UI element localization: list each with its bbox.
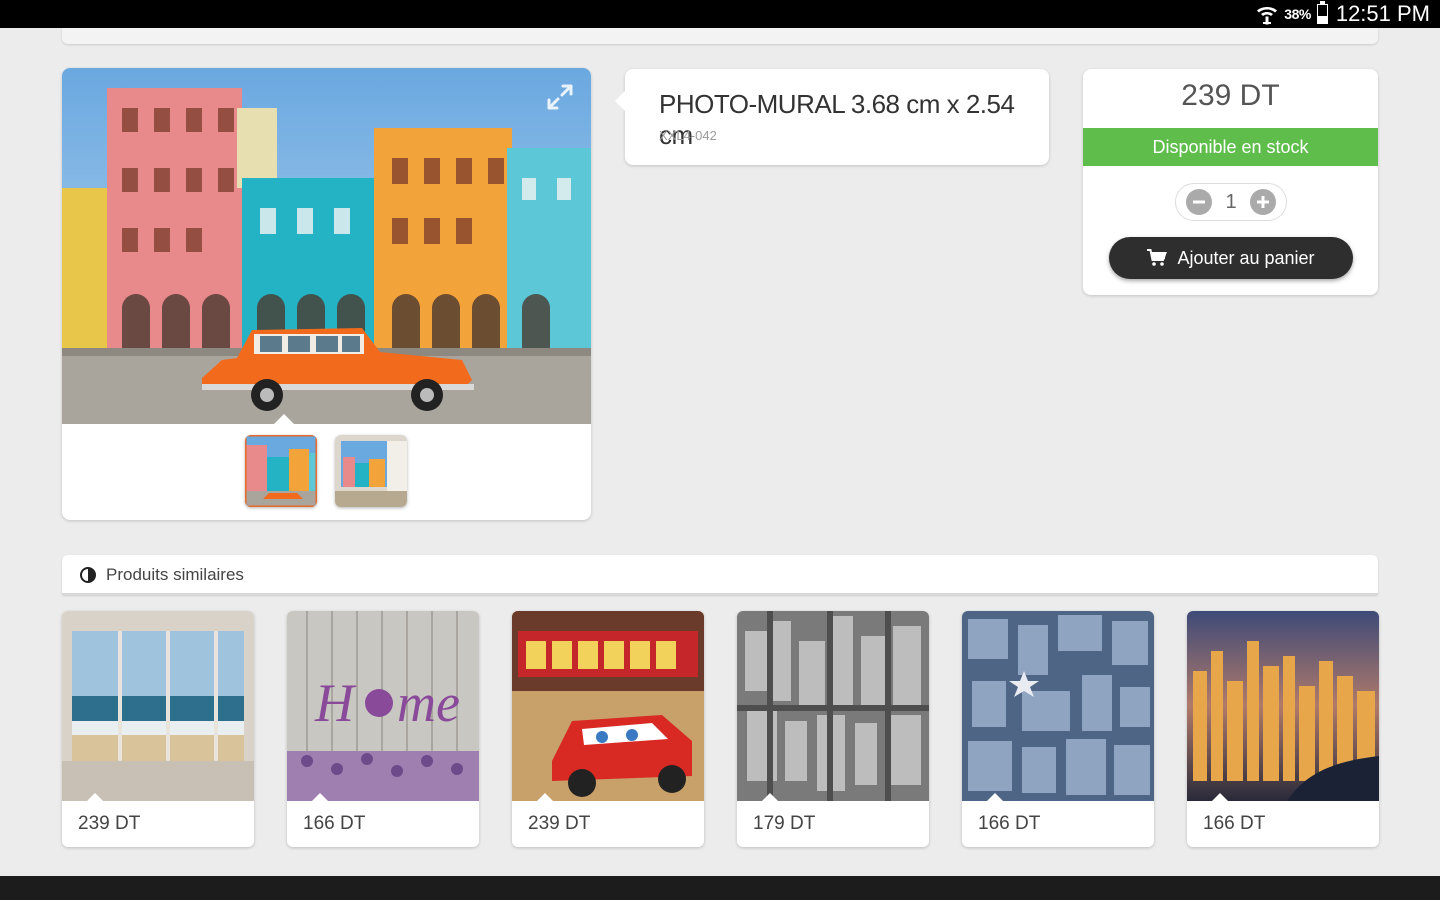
battery-percent: 38% [1284,6,1311,22]
card-pointer [986,793,1004,802]
similar-products-title: Produits similaires [106,565,244,584]
expand-icon[interactable] [543,80,577,114]
add-to-cart-button[interactable]: Ajouter au panier [1109,237,1353,279]
thumbnail-1[interactable] [245,435,317,507]
quantity-increase-button[interactable] [1250,189,1276,215]
city-aerial-blue-image [962,611,1154,801]
card-pointer [86,793,104,802]
similar-product-card-4[interactable]: 179 DT [737,611,929,847]
card-pointer [536,793,554,802]
svg-text:H: H [314,673,357,733]
city-night-image [1187,611,1379,801]
similar-product-card-2[interactable]: H me 166 DT [287,611,479,847]
quantity-decrease-button[interactable] [1186,189,1212,215]
status-indicators: 38% 12:51 PM [1256,0,1430,28]
plus-icon [1257,196,1269,208]
similar-product-card-3[interactable]: 239 DT [512,611,704,847]
city-aerial-bw-image [737,611,929,801]
status-bar: 38% 12:51 PM [0,0,1440,28]
thumbnail-2[interactable] [335,435,407,507]
similar-product-price: 166 DT [978,813,1041,834]
purchase-card: 239 DT Disponible en stock 1 Ajouter au … [1083,69,1378,295]
clock: 12:51 PM [1335,1,1430,26]
header-strip [62,28,1378,44]
card-pointer [311,793,329,802]
home-lavender-image: H me [287,611,479,801]
product-title: PHOTO-MURAL 3.68 cm x 2.54 cm [659,89,1015,150]
card-pointer [1211,793,1229,802]
similar-product-price: 179 DT [753,813,816,834]
similar-product-card-6[interactable]: 166 DT [1187,611,1379,847]
quantity-stepper: 1 [1175,183,1287,221]
photo-pointer [274,414,294,424]
main-product-photo[interactable] [62,68,591,424]
battery-icon [1316,1,1328,24]
similar-products-header: Produits similaires [62,555,1378,595]
similar-product-price: 166 DT [1203,813,1266,834]
half-circle-icon [80,567,96,583]
similar-product-card-1[interactable]: 239 DT [62,611,254,847]
cart-icon [1147,249,1168,266]
minus-icon [1193,200,1205,204]
similar-product-price: 166 DT [303,813,366,834]
wifi-icon [1257,7,1278,25]
similar-product-price: 239 DT [528,813,591,834]
card-pointer [761,793,779,802]
ocean-window-image [62,611,254,801]
svg-text:me: me [397,673,460,733]
similar-product-card-5[interactable]: 166 DT [962,611,1154,847]
product-reference: XXL4-042 [659,128,717,143]
cars-mcqueen-image [512,611,704,801]
product-info-card: PHOTO-MURAL 3.68 cm x 2.54 cm XXL4-042 [615,69,1049,165]
quantity-value[interactable]: 1 [1216,189,1246,215]
stock-status-badge: Disponible en stock [1083,128,1378,166]
product-gallery [62,68,591,520]
navigation-bar [0,876,1440,900]
similar-product-price: 239 DT [78,813,141,834]
product-price: 239 DT [1181,79,1280,112]
add-to-cart-label: Ajouter au panier [1177,247,1315,268]
